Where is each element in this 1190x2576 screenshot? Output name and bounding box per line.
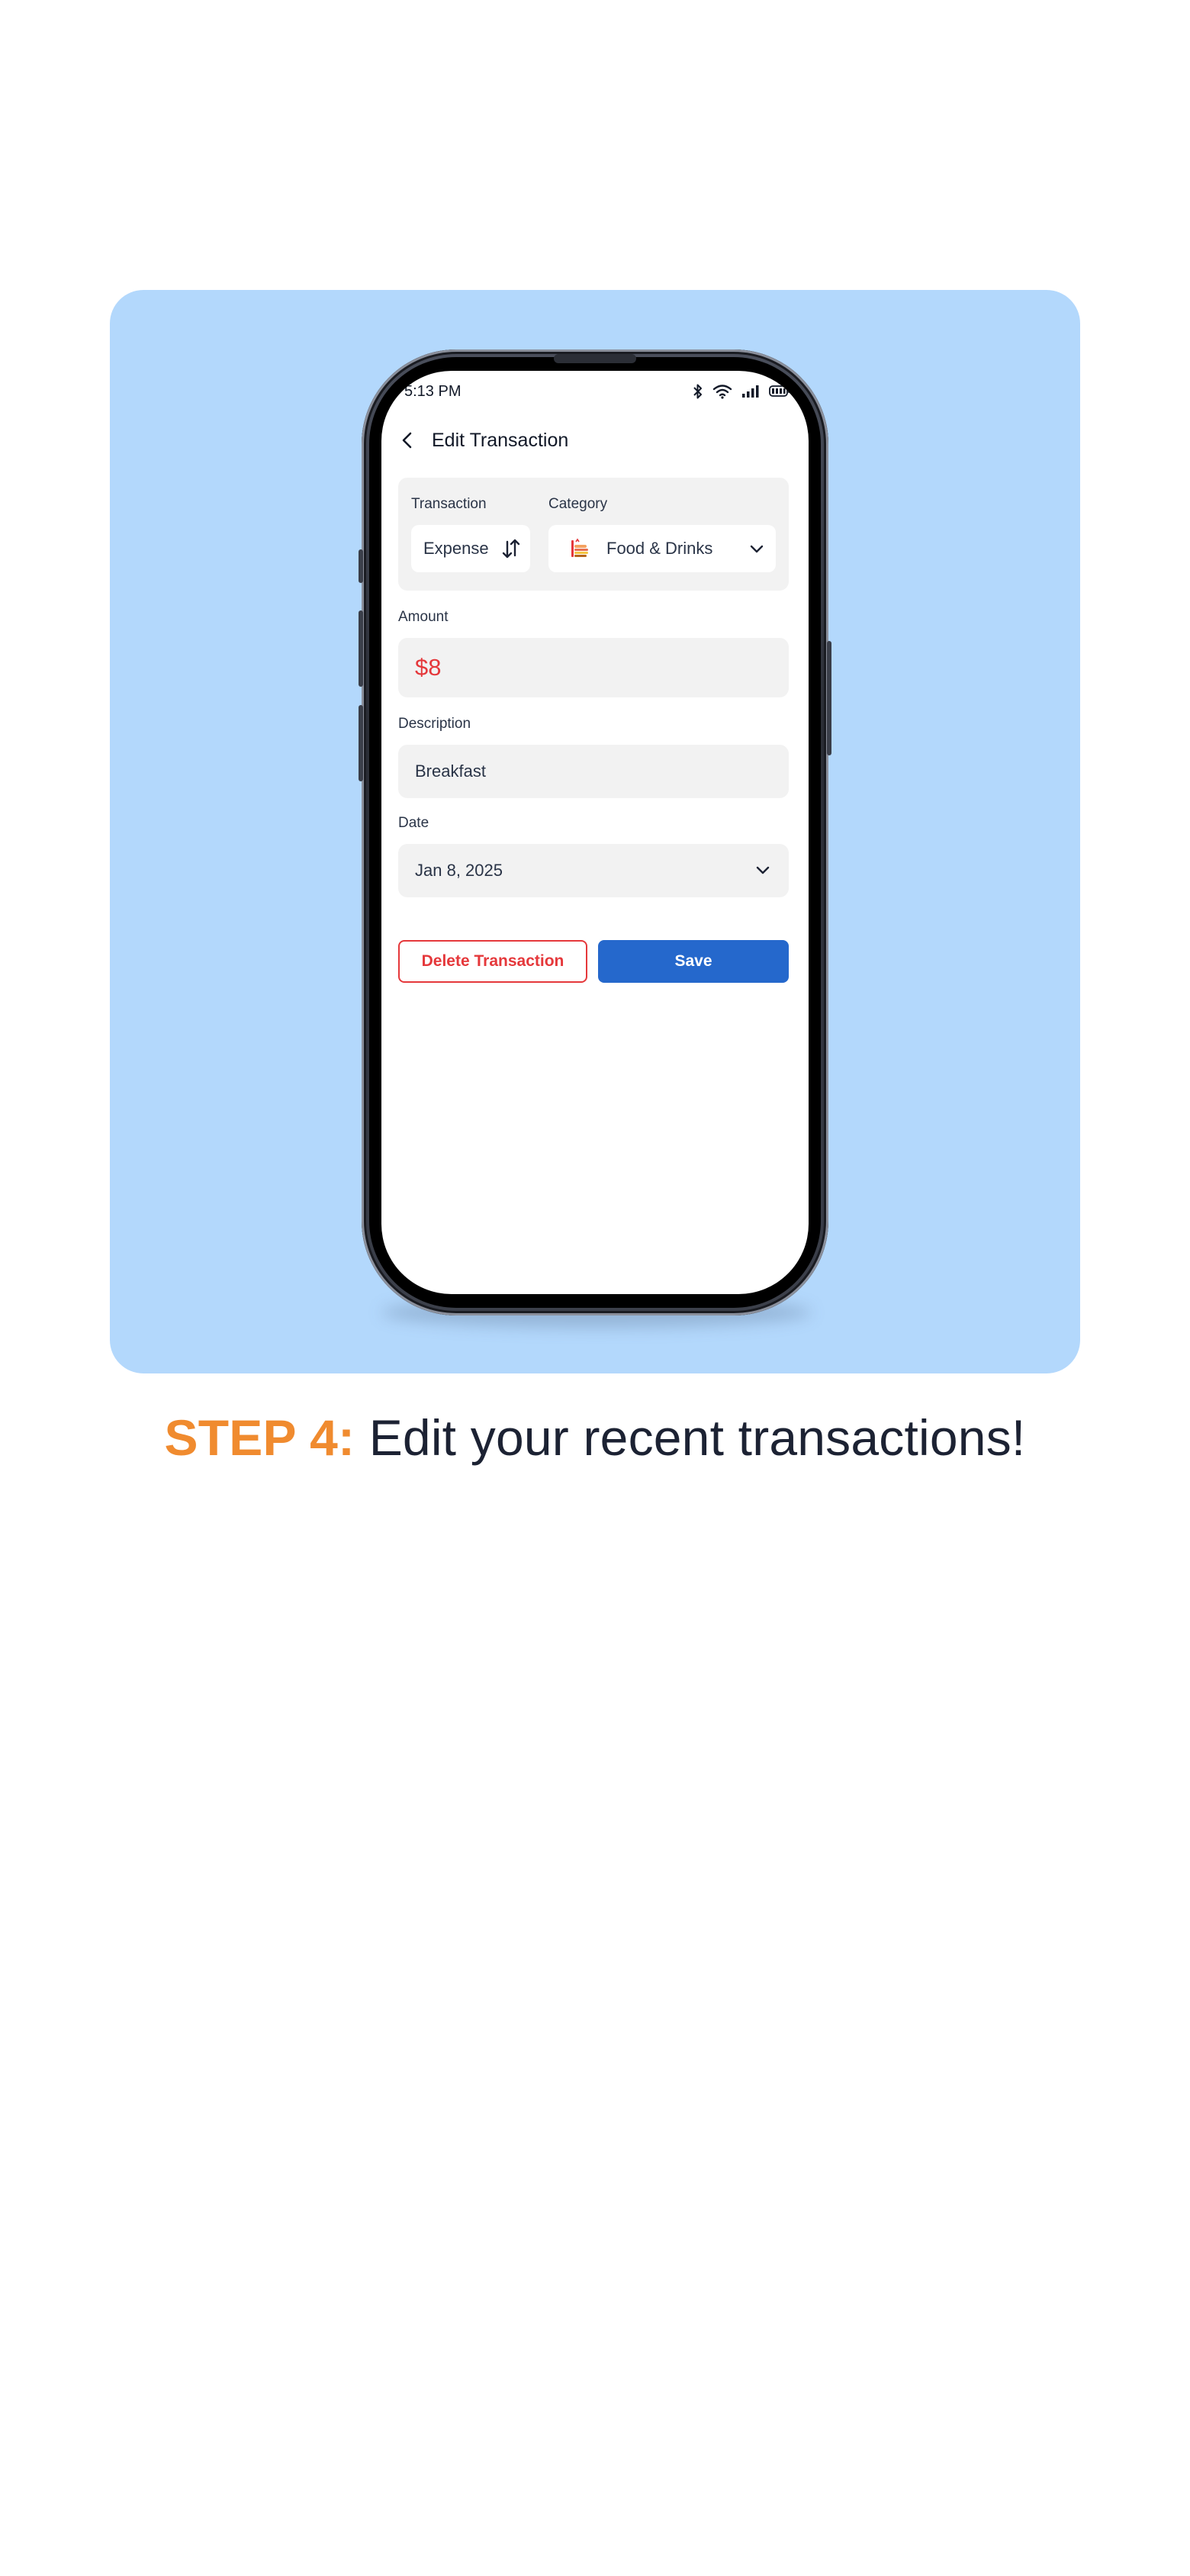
back-button[interactable] <box>400 425 427 456</box>
amount-value: $8 <box>415 654 442 681</box>
food-drinks-icon <box>568 537 591 560</box>
date-picker[interactable]: Jan 8, 2025 <box>398 844 789 897</box>
signal-icon <box>741 385 760 398</box>
page-title: Edit Transaction <box>432 429 569 451</box>
phone-speaker <box>554 354 636 363</box>
phone-volume-down <box>359 705 363 781</box>
step-label: STEP 4: <box>164 1409 355 1466</box>
phone-screen: 5:13 PM Edit Transaction Transaction Cat… <box>381 371 809 1294</box>
phone-volume-up <box>359 610 363 687</box>
wifi-icon <box>712 384 732 399</box>
swap-vertical-icon[interactable] <box>501 537 521 564</box>
date-label: Date <box>398 815 429 831</box>
chevron-left-icon <box>402 432 412 449</box>
status-time: 5:13 PM <box>404 383 462 400</box>
chevron-down-icon <box>748 540 765 561</box>
status-icons <box>693 383 790 400</box>
chevron-down-icon <box>754 861 772 883</box>
description-field[interactable]: Breakfast <box>398 745 789 798</box>
transaction-type-panel: Transaction Category Expense Food & Drin… <box>398 478 789 591</box>
step-description: Edit your recent transactions! <box>355 1409 1026 1466</box>
phone-mute-switch <box>359 549 363 583</box>
screen-header: Edit Transaction <box>400 421 568 459</box>
save-button[interactable]: Save <box>598 940 789 983</box>
transaction-label: Transaction <box>411 496 487 512</box>
category-select[interactable]: Food & Drinks <box>548 525 776 572</box>
transaction-type-value: Expense <box>423 539 489 558</box>
step-caption: STEP 4: Edit your recent transactions! <box>0 1409 1190 1467</box>
bluetooth-icon <box>693 383 703 400</box>
battery-icon <box>769 385 790 398</box>
amount-label: Amount <box>398 609 449 625</box>
category-label: Category <box>548 496 608 512</box>
date-value: Jan 8, 2025 <box>415 861 503 880</box>
description-label: Description <box>398 716 471 732</box>
description-value: Breakfast <box>415 762 486 781</box>
category-value: Food & Drinks <box>606 539 713 558</box>
phone-power-button <box>827 641 831 755</box>
status-bar: 5:13 PM <box>381 371 809 414</box>
delete-transaction-button[interactable]: Delete Transaction <box>398 940 587 983</box>
transaction-type-toggle[interactable]: Expense <box>411 525 530 572</box>
amount-field[interactable]: $8 <box>398 638 789 697</box>
